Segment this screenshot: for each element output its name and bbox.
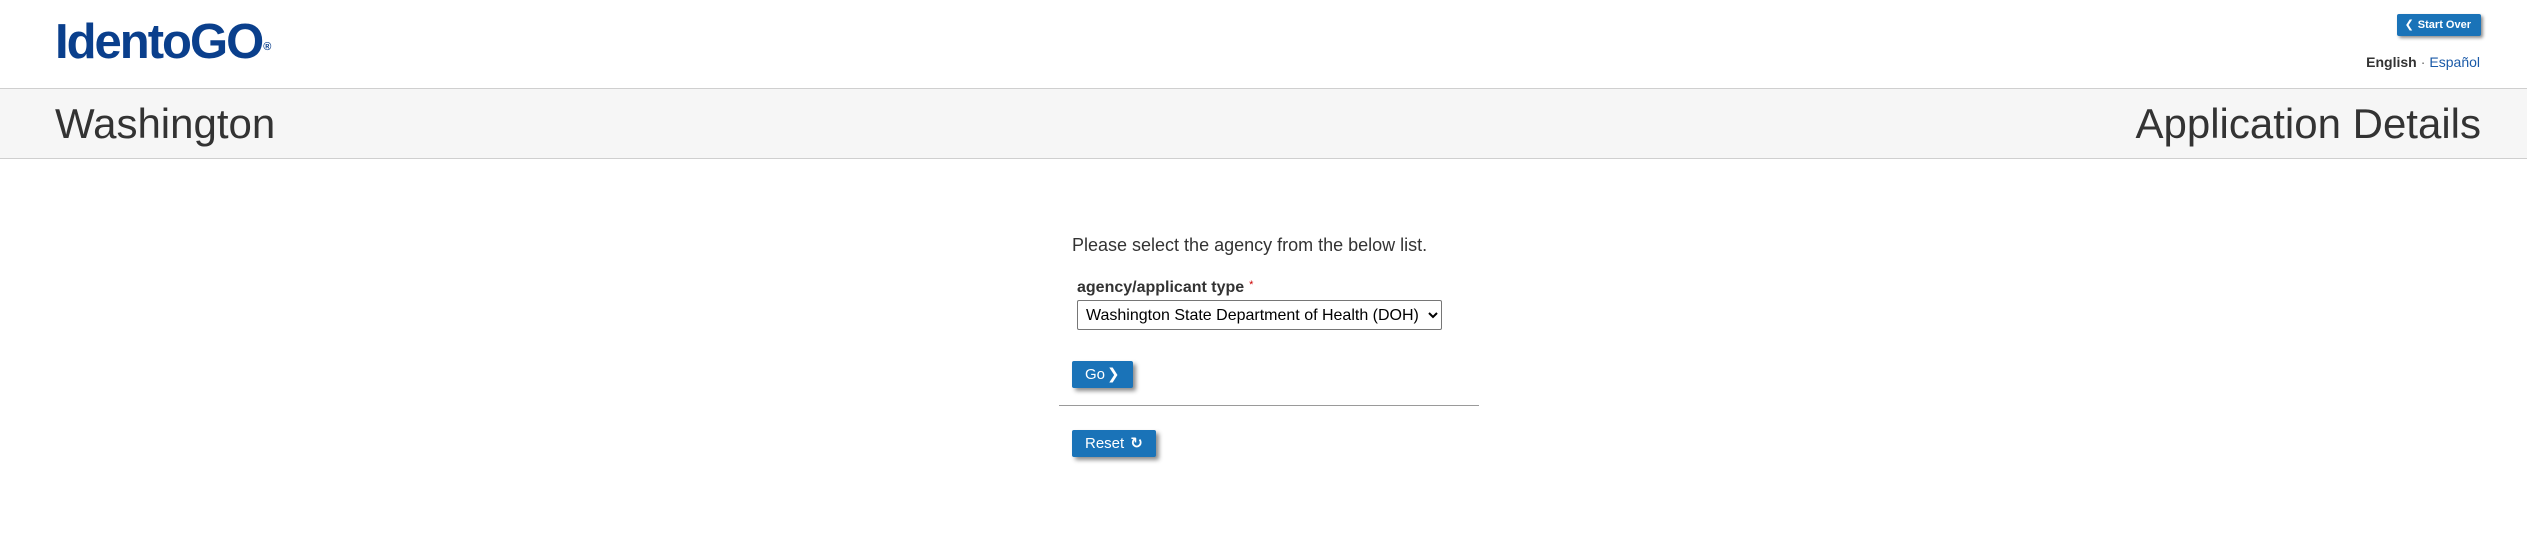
refresh-icon: ↻ xyxy=(1130,435,1143,452)
language-switcher: English · Español xyxy=(2366,54,2480,70)
required-marker: * xyxy=(1249,279,1254,291)
start-over-label: Start Over xyxy=(2417,19,2471,31)
go-button[interactable]: Go ❯ xyxy=(1072,361,1133,388)
agency-field-label: agency/applicant type * xyxy=(1077,279,1253,297)
go-label: Go xyxy=(1085,366,1106,383)
logo-text: IdentoGO xyxy=(55,15,264,69)
site-header: IdentoGO® ❮ Start Over English · Español xyxy=(0,0,2527,89)
language-espanol-link[interactable]: Español xyxy=(2429,54,2480,70)
start-over-button[interactable]: ❮ Start Over xyxy=(2396,14,2481,36)
identogo-logo[interactable]: IdentoGO® xyxy=(55,15,272,69)
registered-mark: ® xyxy=(263,41,272,53)
form-divider xyxy=(1059,405,1479,406)
reset-label: Reset xyxy=(1085,435,1125,452)
chevron-right-icon: ❯ xyxy=(1107,366,1120,383)
state-title: Washington xyxy=(55,100,276,147)
agency-field-label-text: agency/applicant type xyxy=(1077,279,1245,296)
language-separator: · xyxy=(2420,54,2426,70)
instruction-text: Please select the agency from the below … xyxy=(1072,235,1428,255)
chevron-left-icon: ❮ xyxy=(2404,19,2414,31)
agency-select[interactable]: Washington State Department of Health (D… xyxy=(1077,300,1442,330)
page-subheader: Washington Application Details xyxy=(0,89,2527,159)
page-title: Application Details xyxy=(2135,100,2481,147)
language-current: English xyxy=(2366,54,2417,70)
reset-button[interactable]: Reset ↻ xyxy=(1072,430,1156,457)
